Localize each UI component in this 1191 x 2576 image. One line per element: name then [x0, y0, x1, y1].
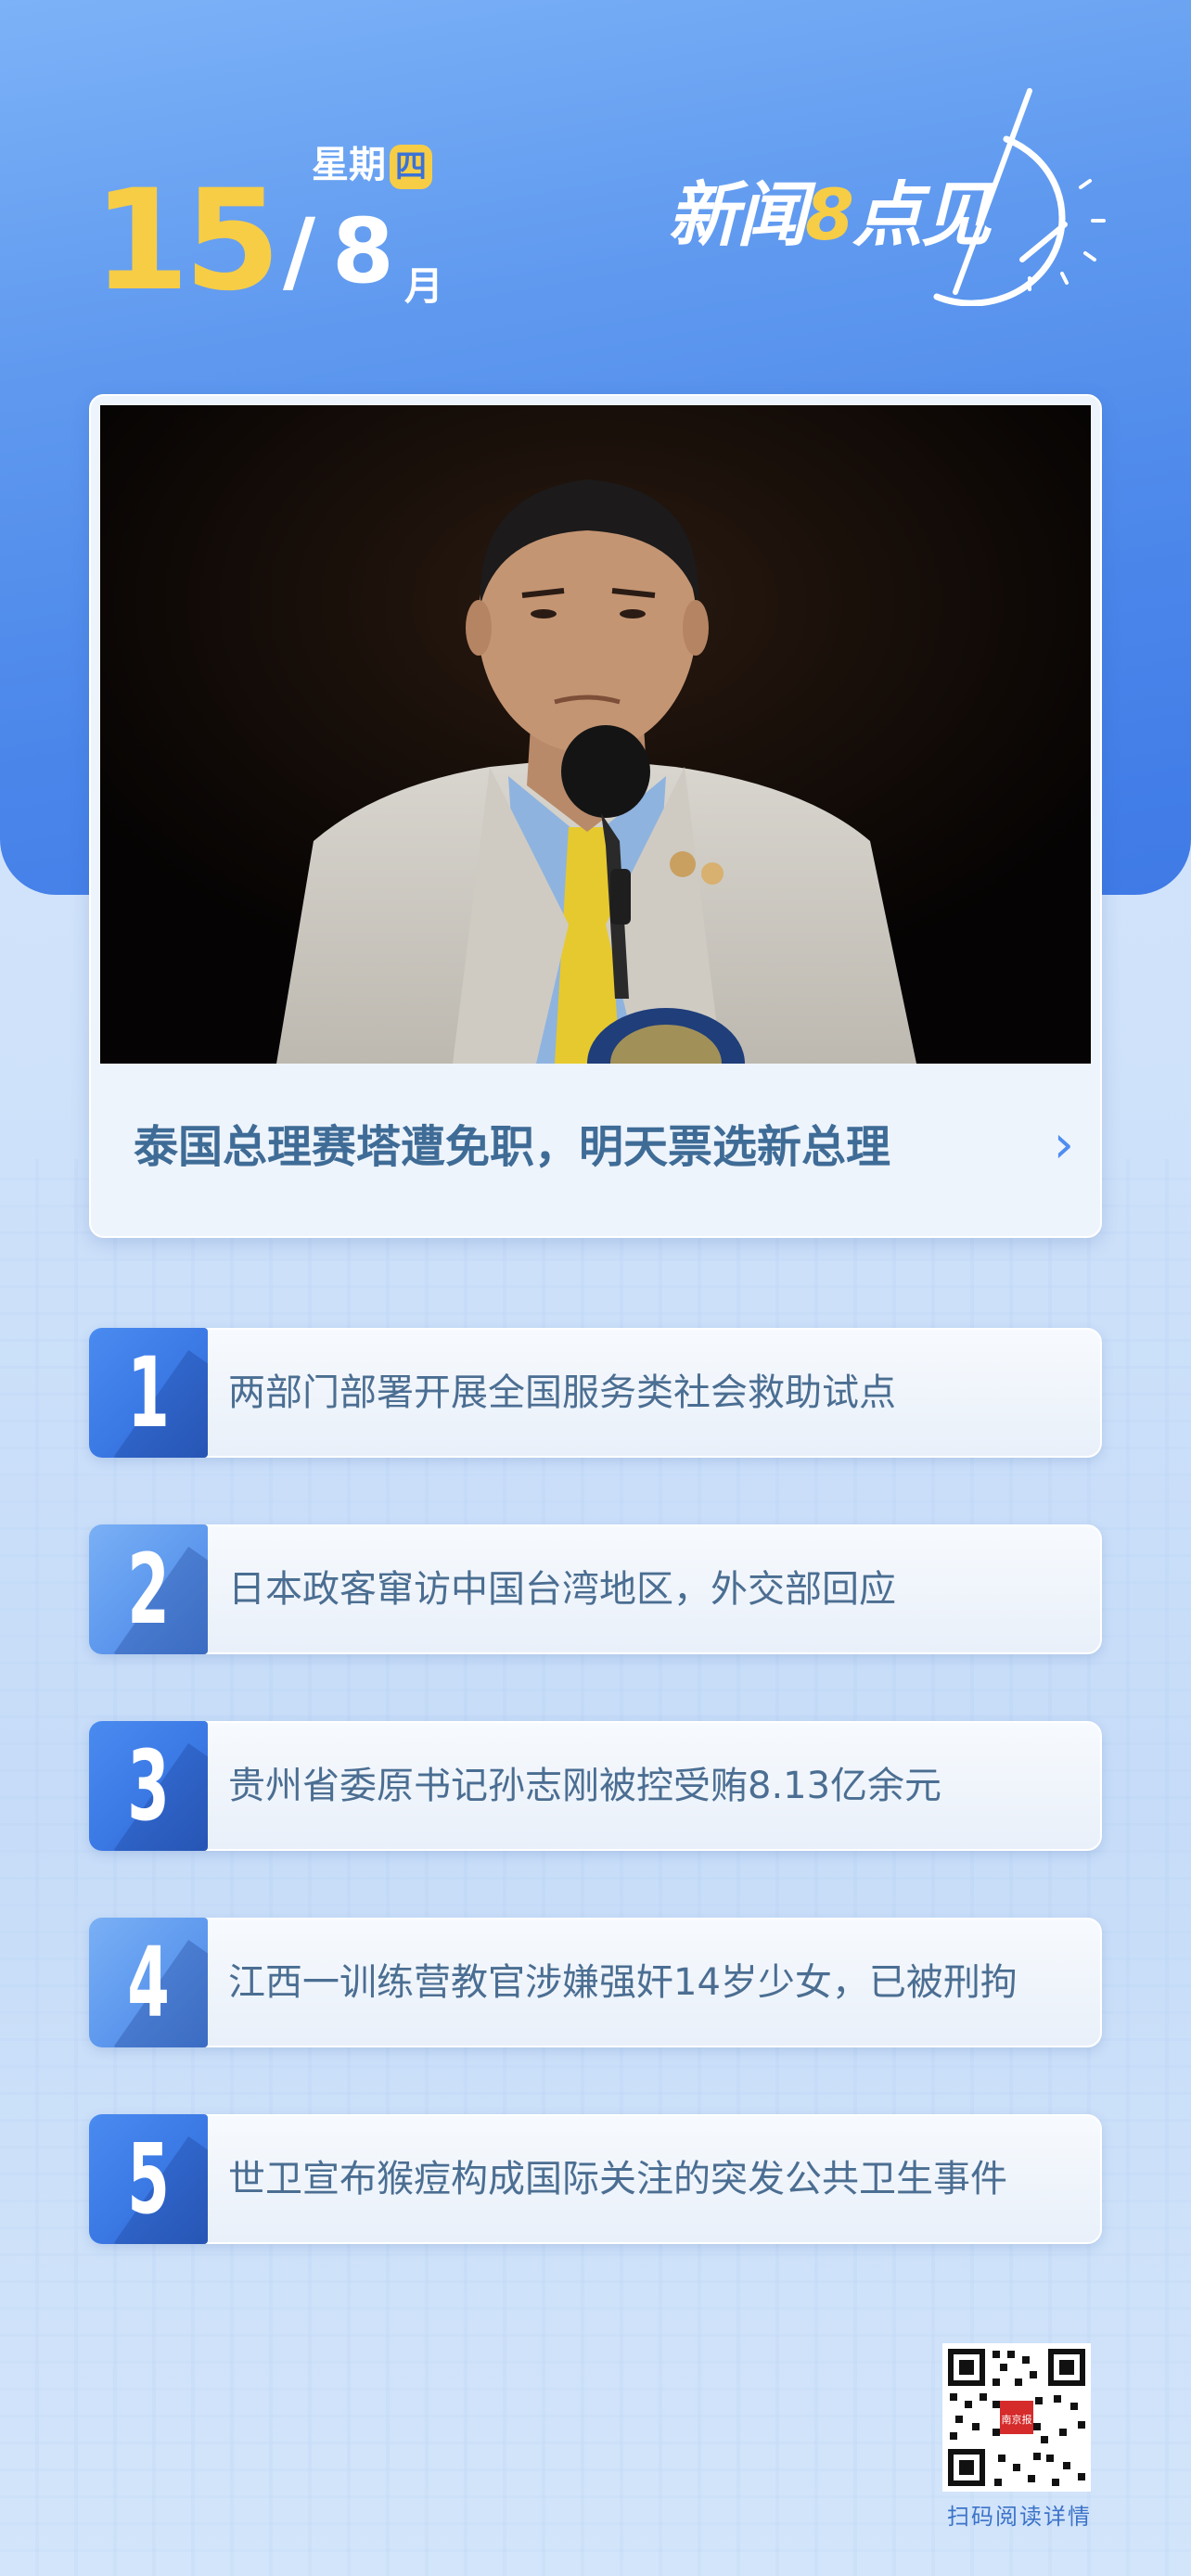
chevron-right-icon[interactable]: ›	[1054, 1115, 1074, 1175]
number-badge: 3	[89, 1721, 208, 1851]
news-text: 两部门部署开展全国服务类社会救助试点	[228, 1371, 896, 1414]
number-badge: 1	[89, 1328, 208, 1458]
feature-headline: 泰国总理赛塔遭免职，明天票选新总理	[134, 1121, 891, 1173]
feature-photo-illustration	[100, 405, 1091, 1064]
number-badge: 4	[89, 1918, 208, 2047]
news-text: 世卫宣布猴痘构成国际关注的突发公共卫生事件	[228, 2158, 1007, 2200]
feature-photo	[100, 405, 1091, 1064]
news-number: 5	[127, 2123, 170, 2236]
weekday: 星期四	[312, 134, 432, 189]
brand-logo: 新闻8点见	[668, 83, 1150, 306]
day-number: 15	[93, 160, 281, 322]
weekday-badge: 四	[390, 145, 432, 189]
feature-card[interactable]: 泰国总理赛塔遭免职，明天票选新总理 ›	[89, 394, 1102, 1238]
news-item-3[interactable]: 3 贵州省委原书记孙志刚被控受贿8.13亿余元	[89, 1721, 1102, 1851]
month-number: 8	[332, 199, 394, 303]
date-slash: /	[283, 199, 316, 303]
news-number: 1	[127, 1336, 170, 1449]
news-number: 4	[127, 1926, 170, 2039]
news-text: 贵州省委原书记孙志刚被控受贿8.13亿余元	[228, 1765, 942, 1807]
news-number: 2	[127, 1533, 170, 1646]
logo-eight: 8	[805, 173, 854, 256]
qr-center-logo: 南京报	[1002, 2413, 1032, 2426]
news-text: 江西一训练营教官涉嫌强奸14岁少女，已被刑拘	[228, 1961, 1018, 2004]
qr-label: 扫码阅读详情	[947, 2504, 1092, 2530]
month-unit: 月	[404, 263, 444, 309]
news-number: 3	[127, 1729, 170, 1843]
news-item-4[interactable]: 4 江西一训练营教官涉嫌强奸14岁少女，已被刑拘	[89, 1918, 1102, 2047]
news-item-2[interactable]: 2 日本政客窜访中国台湾地区，外交部回应	[89, 1524, 1102, 1654]
number-badge: 5	[89, 2114, 208, 2244]
number-badge: 2	[89, 1524, 208, 1654]
news-item-5[interactable]: 5 世卫宣布猴痘构成国际关注的突发公共卫生事件	[89, 2114, 1102, 2244]
news-item-1[interactable]: 1 两部门部署开展全国服务类社会救助试点	[89, 1328, 1102, 1458]
qr-code[interactable]: 南京报	[942, 2343, 1091, 2492]
news-text: 日本政客窜访中国台湾地区，外交部回应	[228, 1568, 896, 1611]
weekday-prefix: 星期	[312, 144, 386, 186]
clock-icon	[933, 88, 1106, 306]
logo-part1: 新闻	[668, 173, 807, 256]
qr-code-icon: 南京报	[942, 2343, 1091, 2492]
